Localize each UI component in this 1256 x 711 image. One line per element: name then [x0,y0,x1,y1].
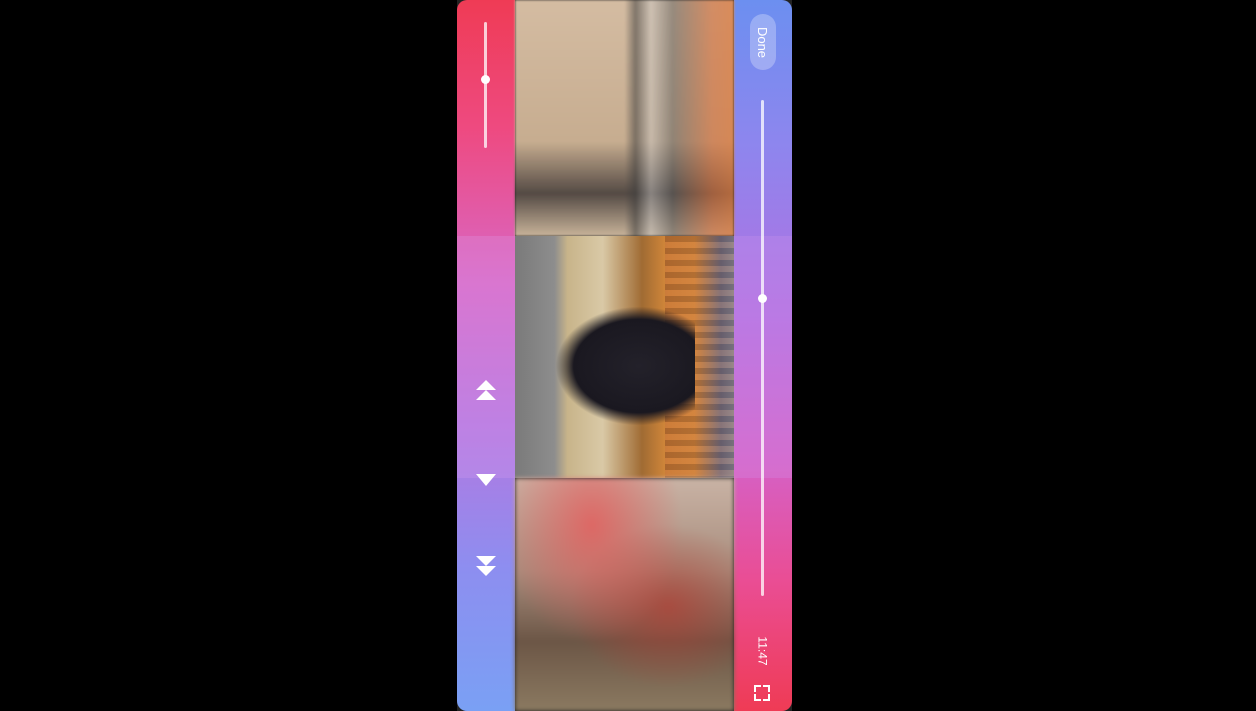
play-button[interactable] [457,474,515,486]
skip-up-icon [476,380,496,400]
video-scene-figure [555,306,695,426]
volume-slider-track[interactable] [484,22,487,148]
done-label: Done [755,26,771,58]
video-preview-previous [515,0,734,236]
volume-slider-knob[interactable] [481,74,490,84]
video-player: Done 11:47 [457,0,792,711]
time-label: 11:47 [755,636,770,666]
timeline-slider-track[interactable] [761,100,764,596]
video-preview-next [515,478,734,711]
left-bar-highlight [457,236,515,478]
play-icon [476,474,496,486]
skip-up-button[interactable] [457,380,515,400]
fullscreen-icon[interactable] [754,685,770,701]
skip-down-icon [476,556,496,576]
video-frame[interactable] [515,236,734,478]
skip-down-button[interactable] [457,556,515,576]
time-readout: 11:47 [748,636,778,666]
done-button[interactable]: Done [750,14,776,70]
